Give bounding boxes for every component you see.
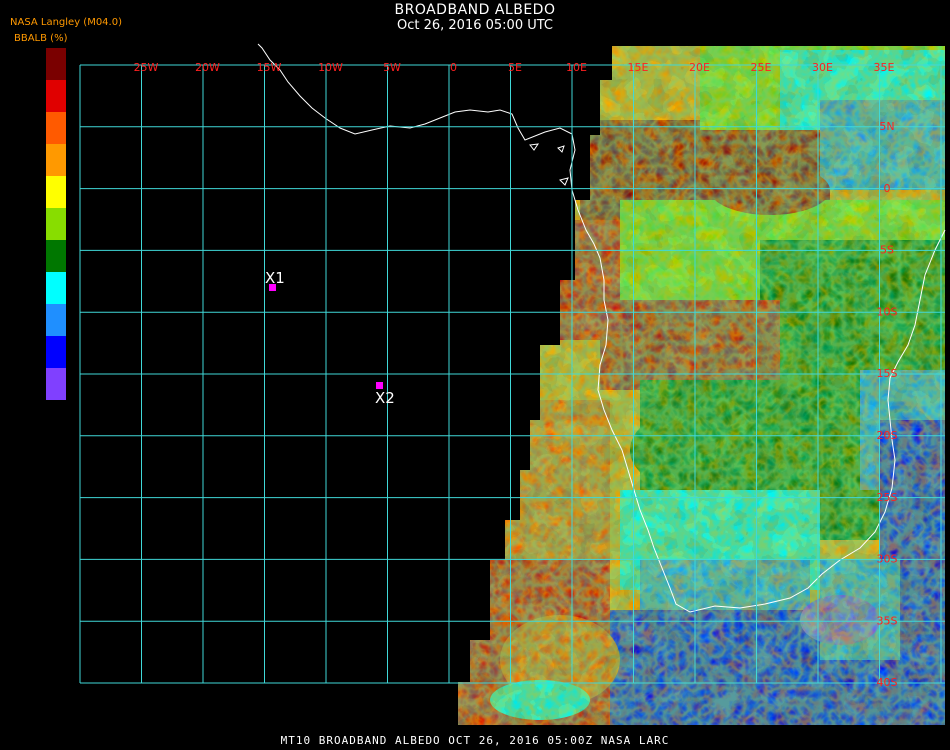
latitude-label: 15S [877,367,898,380]
legend-swatch [46,240,66,272]
legend-swatch [46,336,66,368]
legend-swatch [46,48,66,80]
marker-x2 [376,382,383,389]
longitude-label: 30E [812,61,833,74]
latitude-label: 0 [884,182,891,195]
legend-swatch [46,112,66,144]
units-label: BBALB (%) [14,33,68,44]
producer-label: NASA Langley (M04.0) [10,17,122,28]
longitude-label: 5W [383,61,401,74]
map-title: BROADBAND ALBEDO [394,2,556,18]
longitude-label: 15E [628,61,649,74]
latitude-label: 5S [880,244,894,257]
satellite-swath [458,46,945,725]
longitude-label: 20E [689,61,710,74]
latitude-label: 5N [879,120,894,133]
color-legend [46,48,66,400]
longitude-label: 5E [508,61,522,74]
latitude-label: 20S [877,429,898,442]
latitude-label: 10S [877,305,898,318]
longitude-label: 25W [134,61,159,74]
longitude-label: 10W [318,61,343,74]
legend-swatch [46,272,66,304]
longitude-label: 20W [195,61,220,74]
longitude-label: 25E [751,61,772,74]
legend-swatch [46,304,66,336]
longitude-label: 10E [566,61,587,74]
footer-caption: MT10 BROADBAND ALBEDO OCT 26, 2016 05:00… [280,734,670,747]
legend-swatch [46,144,66,176]
legend-swatch [46,80,66,112]
latitude-label: 40S [877,676,898,689]
legend-swatch [46,176,66,208]
marker-x1-label: X1 [265,269,285,287]
legend-swatch [46,208,66,240]
map-subtitle: Oct 26, 2016 05:00 UTC [397,18,553,33]
latitude-label: 30S [877,553,898,566]
longitude-label: 15W [257,61,282,74]
latitude-label: 35S [877,614,898,627]
legend-swatch [46,368,66,400]
albedo-map: 25W 20W 15W 10W 5W 0 5E 10E 15E 20E 25E 30E 35E 5N 0 5S… [79,43,946,725]
longitude-label: 35E [874,61,895,74]
latitude-label: 25S [877,491,898,504]
marker-x2-label: X2 [375,389,395,407]
longitude-label: 0 [450,61,457,74]
